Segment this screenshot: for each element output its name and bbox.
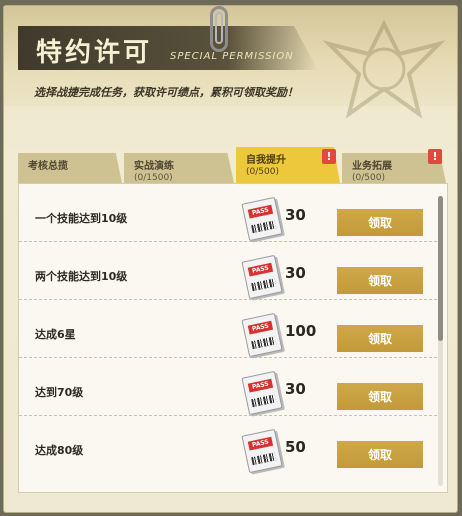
ticket-pass-label: PASS (247, 262, 274, 277)
tab-count: (0/500) (246, 167, 279, 177)
task-row: 达成6星 PASS 100 领取 (19, 300, 437, 358)
task-row: 一个技能达到10级 PASS 30 领取 (19, 184, 437, 242)
task-row: 达成80级 PASS 50 领取 (19, 416, 437, 474)
pass-ticket-icon: PASS (241, 370, 283, 416)
pass-ticket-icon: PASS (241, 254, 283, 300)
task-row: 达到70级 PASS 30 领取 (19, 358, 437, 416)
pass-ticket-icon: PASS (241, 312, 283, 358)
alert-icon: ! (322, 149, 336, 164)
task-label: 两个技能达到10级 (35, 270, 128, 283)
pass-ticket-icon: PASS (241, 428, 283, 474)
ticket-pass-label: PASS (247, 320, 274, 335)
claim-button[interactable]: 领取 (337, 267, 423, 294)
tab-bar: 考核总揽 实战演练 (0/1500) 自我提升 (0/500) ! 业务拓展 (… (18, 147, 448, 183)
barcode-icon (251, 220, 277, 234)
barcode-icon (251, 394, 277, 408)
tab-count: (0/500) (352, 173, 385, 183)
reward-amount: 100 (285, 322, 317, 340)
page-subtitle: SPECIAL PERMISSION (170, 51, 294, 62)
tab-combat-drill[interactable]: 实战演练 (0/1500) (124, 153, 234, 183)
alert-icon: ! (428, 149, 442, 164)
reward-amount: 50 (285, 438, 306, 456)
scrollbar-thumb[interactable] (438, 196, 443, 341)
task-label: 一个技能达到10级 (35, 212, 128, 225)
description-text: 选择战捷完成任务，获取许可绩点，累积可领取奖励！ (34, 86, 298, 99)
ticket-pass-label: PASS (247, 378, 274, 393)
pass-ticket-icon: PASS (241, 196, 283, 242)
task-label: 达成6星 (35, 328, 76, 341)
task-row: 两个技能达到10级 PASS 30 领取 (19, 242, 437, 300)
claim-button[interactable]: 领取 (337, 383, 423, 410)
barcode-icon (251, 452, 277, 466)
claim-button[interactable]: 领取 (337, 209, 423, 236)
reward-amount: 30 (285, 264, 306, 282)
tab-label: 实战演练 (134, 161, 174, 172)
paperclip-inner (215, 12, 223, 44)
tab-overview[interactable]: 考核总揽 (18, 153, 122, 183)
task-label: 达到70级 (35, 386, 84, 399)
claim-button[interactable]: 领取 (337, 325, 423, 352)
claim-button[interactable]: 领取 (337, 441, 423, 468)
page-title: 特约许可 (36, 38, 153, 68)
barcode-icon (251, 278, 277, 292)
title-banner: 特约许可 SPECIAL PERMISSION (18, 26, 318, 70)
ticket-pass-label: PASS (247, 204, 274, 219)
tab-count: (0/1500) (134, 173, 173, 183)
special-permission-panel: 特约许可 SPECIAL PERMISSION 选择战捷完成任务，获取许可绩点，… (3, 5, 458, 513)
barcode-icon (251, 336, 277, 350)
reward-amount: 30 (285, 380, 306, 398)
tab-label: 考核总揽 (28, 161, 68, 172)
ticket-pass-label: PASS (247, 436, 274, 451)
reward-amount: 30 (285, 206, 306, 224)
task-label: 达成80级 (35, 444, 84, 457)
emblem-icon (322, 19, 446, 119)
task-list: 一个技能达到10级 PASS 30 领取 两个技能达到10级 PASS 30 领… (18, 183, 448, 493)
header: 特约许可 SPECIAL PERMISSION 选择战捷完成任务，获取许可绩点，… (4, 6, 457, 119)
